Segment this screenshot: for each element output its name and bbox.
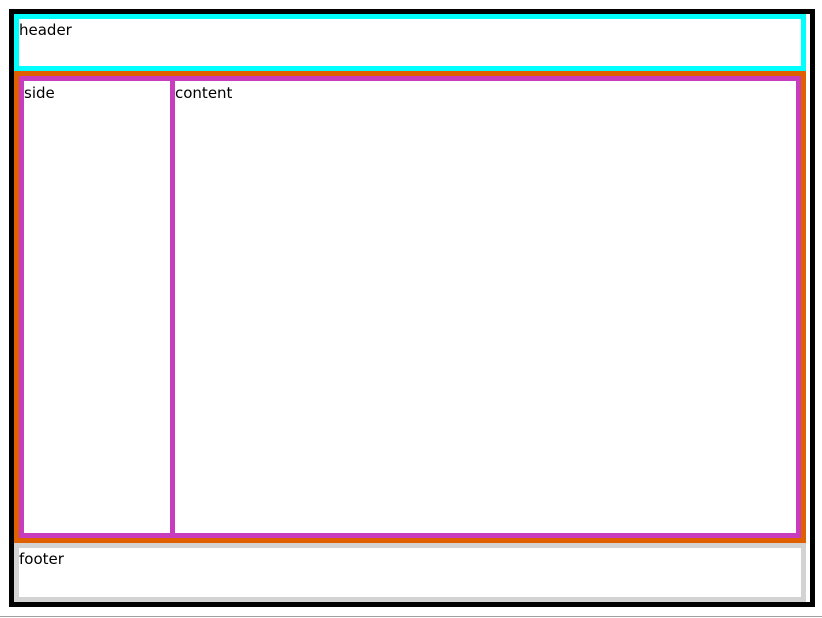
header-region: header xyxy=(14,14,806,71)
side-panel: side xyxy=(19,76,175,538)
header-label: header xyxy=(19,21,72,39)
footer-label: footer xyxy=(19,550,64,568)
content-label: content xyxy=(175,84,233,102)
side-label: side xyxy=(24,84,55,102)
bottom-divider xyxy=(0,616,822,617)
content-panel: content xyxy=(170,76,801,538)
footer-region: footer xyxy=(14,543,806,602)
